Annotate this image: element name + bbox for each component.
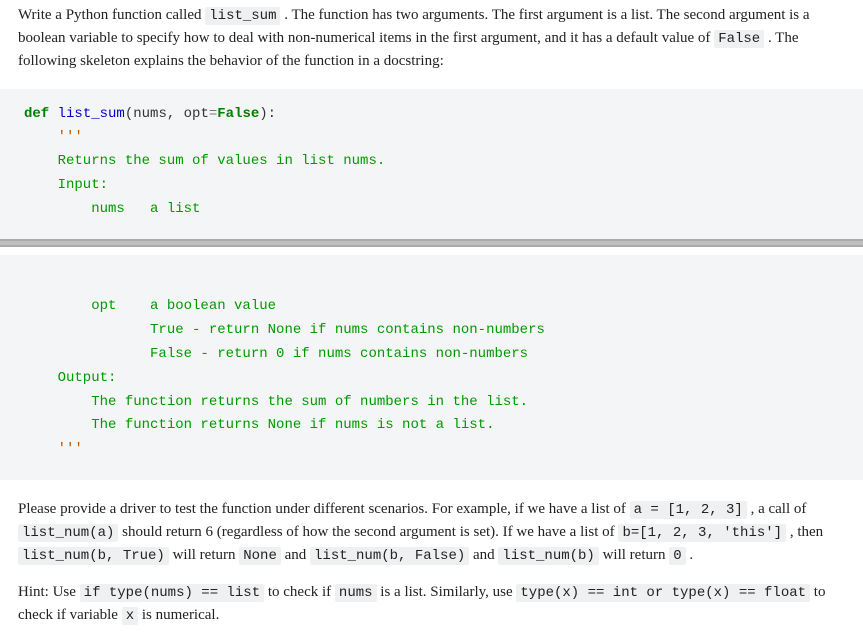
- docstring-line: False - return 0 if nums contains non-nu…: [24, 346, 528, 362]
- inline-code: type(x) == int or type(x) == float: [516, 584, 810, 602]
- outro-text: and: [281, 547, 310, 563]
- hint-text: to check if: [264, 584, 335, 600]
- keyword-def: def: [24, 106, 49, 122]
- outro-text: , then: [786, 524, 823, 540]
- outro-text: will return: [599, 547, 669, 563]
- params-close: ):: [259, 106, 276, 122]
- docstring-line: nums a list: [24, 201, 200, 217]
- hint-text: is numerical.: [138, 607, 219, 623]
- inline-code: nums: [335, 584, 377, 602]
- inline-code: x: [122, 607, 138, 625]
- intro-paragraph: Write a Python function called list_sum …: [0, 0, 863, 81]
- inline-code: 0: [669, 547, 685, 565]
- hint-text: is a list. Similarly, use: [377, 584, 517, 600]
- equals-op: =: [209, 106, 217, 122]
- inline-code: a = [1, 2, 3]: [630, 501, 747, 519]
- hint-paragraph: Hint: Use if type(nums) == list to check…: [0, 573, 863, 637]
- docstring-quote: ''': [24, 441, 83, 457]
- inline-code: list_num(a): [18, 524, 118, 542]
- params-open: (nums, opt: [125, 106, 209, 122]
- inline-code-listsum: list_sum: [205, 7, 280, 25]
- inline-code: list_num(b, True): [18, 547, 169, 565]
- function-name: list_sum: [58, 106, 125, 122]
- inline-code: b=[1, 2, 3, 'this']: [618, 524, 786, 542]
- intro-text: Write a Python function called: [18, 7, 205, 23]
- docstring-quote: ''': [24, 129, 83, 145]
- docstring-line: The function returns None if nums is not…: [24, 417, 494, 433]
- hint-text: Hint: Use: [18, 584, 80, 600]
- code-block-top: def list_sum(nums, opt=False): ''' Retur…: [0, 89, 863, 240]
- inline-code: list_num(b, False): [310, 547, 469, 565]
- outro-text: and: [469, 547, 498, 563]
- docstring-line: Output:: [24, 370, 116, 386]
- inline-code-false: False: [714, 30, 764, 48]
- outro-text: Please provide a driver to test the func…: [18, 501, 630, 517]
- inline-code: list_num(b): [498, 547, 598, 565]
- outro-text: , a call of: [747, 501, 807, 517]
- section-separator: [0, 239, 863, 247]
- document-root: Write a Python function called list_sum …: [0, 0, 863, 637]
- docstring-line: The function returns the sum of numbers …: [24, 394, 528, 410]
- inline-code: if type(nums) == list: [80, 584, 264, 602]
- inline-code: None: [239, 547, 281, 565]
- docstring-line: opt a boolean value: [24, 298, 276, 314]
- bool-false: False: [217, 106, 259, 122]
- code-block-bottom: opt a boolean value True - return None i…: [0, 255, 863, 480]
- outro-text: should return 6 (regardless of how the s…: [118, 524, 618, 540]
- outro-paragraph: Please provide a driver to test the func…: [0, 480, 863, 573]
- docstring-line: Returns the sum of values in list nums.: [24, 153, 385, 169]
- docstring-line: Input:: [24, 177, 108, 193]
- outro-text: .: [686, 547, 694, 563]
- docstring-line: True - return None if nums contains non-…: [24, 322, 545, 338]
- outro-text: will return: [169, 547, 239, 563]
